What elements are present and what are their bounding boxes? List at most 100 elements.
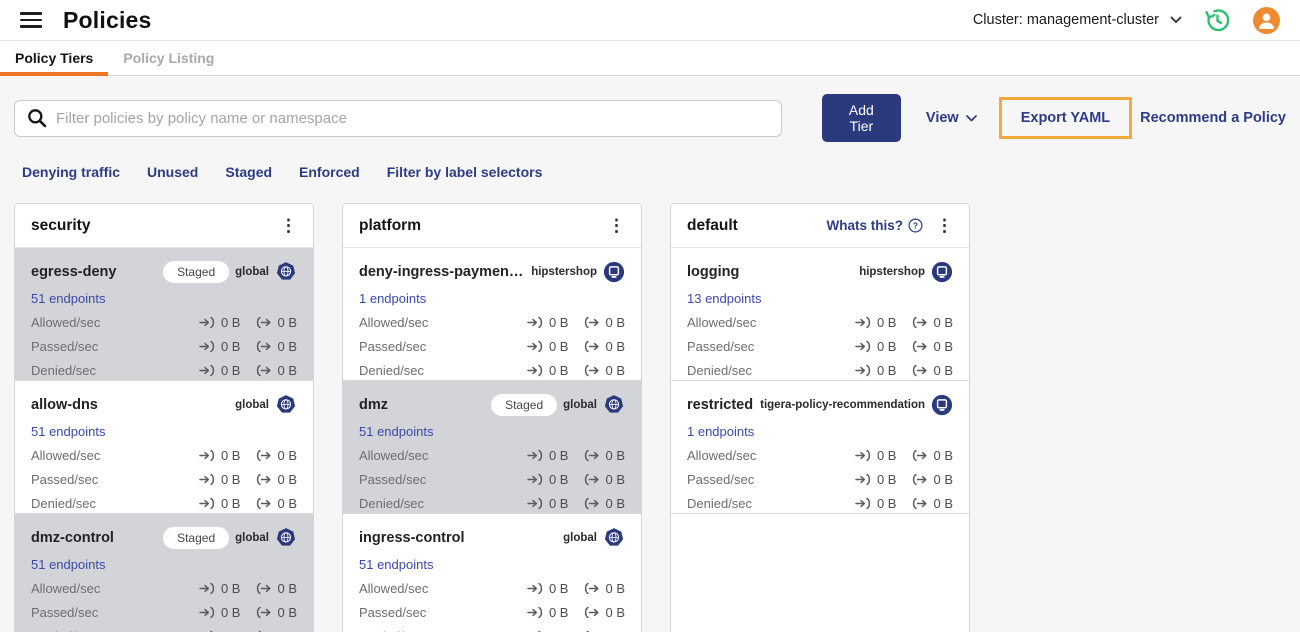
- history-icon[interactable]: [1204, 7, 1231, 34]
- tier-help-label: Whats this?: [826, 218, 904, 233]
- policy-endpoints-link[interactable]: 1 endpoints: [687, 424, 754, 439]
- tier-title: security: [31, 216, 91, 234]
- ingress-traffic-icon: [199, 497, 215, 510]
- policy-scope: hipstershop: [859, 266, 925, 278]
- search-icon: [28, 109, 47, 128]
- stat-label: Passed/sec: [687, 339, 755, 354]
- user-avatar[interactable]: [1253, 6, 1280, 34]
- policy-scope: global: [235, 399, 269, 411]
- stat-label: Allowed/sec: [687, 448, 757, 463]
- policy-stats: Allowed/sec 0 B 0 B Passed/sec: [687, 315, 953, 378]
- policy-name: allow-dns: [31, 397, 98, 413]
- search-input[interactable]: [56, 109, 769, 127]
- egress-traffic-icon: [585, 497, 600, 510]
- view-button[interactable]: View: [926, 110, 977, 126]
- policy-endpoints-link[interactable]: 51 endpoints: [31, 557, 105, 572]
- tier-help-link[interactable]: Whats this? ?: [827, 218, 924, 233]
- filter-unused[interactable]: Unused: [147, 164, 198, 180]
- egress-traffic-icon: [585, 473, 600, 486]
- tier-menu-kebab-icon[interactable]: ⋮: [280, 217, 297, 234]
- policy-endpoints-link[interactable]: 51 endpoints: [359, 557, 433, 572]
- main-content: Add Tier View Export YAML Recommend a Po…: [0, 76, 1300, 632]
- stat-egress-value: 0 B: [605, 339, 625, 354]
- egress-traffic-icon: [585, 606, 600, 619]
- policy-card[interactable]: ingress-control global 51 endpoints Allo…: [343, 514, 641, 632]
- policy-card[interactable]: egress-deny Staged global 51 endpoints A…: [15, 248, 313, 381]
- app-header: Policies Cluster: management-cluster: [0, 0, 1300, 41]
- policy-card[interactable]: allow-dns global 51 endpoints Allowed/se…: [15, 381, 313, 514]
- policy-endpoints-link[interactable]: 51 endpoints: [31, 424, 105, 439]
- policy-card[interactable]: dmz Staged global 51 endpoints Allowed/s…: [343, 381, 641, 514]
- tab-policy-listing[interactable]: Policy Listing: [108, 41, 229, 75]
- stat-egress-value: 0 B: [277, 448, 297, 463]
- policy-stat-row: Passed/sec 0 B 0 B: [359, 472, 625, 487]
- stat-egress-value: 0 B: [277, 339, 297, 354]
- stat-ingress-value: 0 B: [548, 605, 569, 620]
- stat-label: Denied/sec: [359, 496, 425, 511]
- policy-card[interactable]: logging hipstershop 13 endpoints Allowed…: [671, 248, 969, 381]
- tab-policy-tiers-label: Policy Tiers: [15, 50, 94, 66]
- ingress-traffic-icon: [855, 340, 871, 353]
- global-icon: [603, 394, 625, 416]
- ingress-traffic-icon: [527, 473, 543, 486]
- tier-menu-kebab-icon[interactable]: ⋮: [936, 217, 953, 234]
- ingress-traffic-icon: [527, 449, 543, 462]
- quick-filters: Denying traffic Unused Staged Enforced F…: [22, 164, 1286, 180]
- policy-endpoints-link[interactable]: 13 endpoints: [687, 291, 761, 306]
- cluster-selector[interactable]: Cluster: management-cluster: [973, 12, 1182, 28]
- egress-traffic-icon: [585, 316, 600, 329]
- tier-menu-kebab-icon[interactable]: ⋮: [608, 217, 625, 234]
- policy-stat-row: Passed/sec 0 B 0 B: [31, 339, 297, 354]
- add-tier-button[interactable]: Add Tier: [821, 94, 901, 142]
- policy-stats: Allowed/sec 0 B 0 B Passed/sec: [359, 315, 625, 378]
- ingress-traffic-icon: [199, 364, 215, 377]
- recommend-policy-button[interactable]: Recommend a Policy: [1140, 110, 1286, 126]
- egress-traffic-icon: [913, 340, 928, 353]
- egress-traffic-icon: [585, 582, 600, 595]
- policy-stat-row: Passed/sec 0 B 0 B: [687, 339, 953, 354]
- filter-by-label-selectors[interactable]: Filter by label selectors: [387, 164, 543, 180]
- ingress-traffic-icon: [199, 340, 215, 353]
- policy-card[interactable]: restricted tigera-policy-recommendation …: [671, 381, 969, 514]
- export-yaml-button[interactable]: Export YAML: [1021, 110, 1110, 126]
- egress-traffic-icon: [257, 364, 272, 377]
- policy-scope: global: [563, 399, 597, 411]
- ingress-traffic-icon: [199, 582, 215, 595]
- policy-stats: Allowed/sec 0 B 0 B Passed/sec: [31, 581, 297, 632]
- stat-label: Denied/sec: [359, 363, 425, 378]
- ingress-traffic-icon: [855, 364, 871, 377]
- tab-policy-tiers[interactable]: Policy Tiers: [0, 41, 109, 76]
- ingress-traffic-icon: [855, 449, 871, 462]
- global-icon: [275, 527, 297, 549]
- stat-ingress-value: 0 B: [548, 339, 569, 354]
- filter-denying-traffic[interactable]: Denying traffic: [22, 164, 120, 180]
- policy-stat-row: Denied/sec 0 B 0 B: [359, 363, 625, 378]
- stat-egress-value: 0 B: [605, 472, 625, 487]
- filter-enforced[interactable]: Enforced: [299, 164, 360, 180]
- policy-name: restricted: [687, 397, 754, 413]
- global-icon: [275, 261, 297, 283]
- ingress-traffic-icon: [527, 606, 543, 619]
- stat-label: Passed/sec: [359, 339, 427, 354]
- hamburger-menu-icon[interactable]: [20, 12, 42, 28]
- policy-endpoints-link[interactable]: 51 endpoints: [31, 291, 105, 306]
- filter-staged[interactable]: Staged: [225, 164, 272, 180]
- tier-body: logging hipstershop 13 endpoints Allowed…: [671, 248, 969, 632]
- chevron-down-icon: [965, 114, 977, 121]
- policy-endpoints-link[interactable]: 1 endpoints: [359, 291, 426, 306]
- stat-ingress-value: 0 B: [548, 472, 569, 487]
- policy-stat-row: Denied/sec 0 B 0 B: [687, 363, 953, 378]
- egress-traffic-icon: [257, 606, 272, 619]
- stat-ingress-value: 0 B: [220, 496, 241, 511]
- egress-traffic-icon: [585, 364, 600, 377]
- policy-card[interactable]: deny-ingress-paymentservi… hipstershop 1…: [343, 248, 641, 381]
- namespace-icon: [931, 261, 953, 283]
- policy-endpoints-link[interactable]: 51 endpoints: [359, 424, 433, 439]
- policy-card[interactable]: dmz-control Staged global 51 endpoints A…: [15, 514, 313, 632]
- stat-label: Allowed/sec: [31, 315, 101, 330]
- stat-egress-value: 0 B: [933, 315, 953, 330]
- policy-name: ingress-control: [359, 530, 465, 546]
- ingress-traffic-icon: [527, 316, 543, 329]
- tiers-row: security ⋮ egress-deny Staged global 51 …: [14, 203, 1286, 632]
- policy-scope: global: [235, 266, 269, 278]
